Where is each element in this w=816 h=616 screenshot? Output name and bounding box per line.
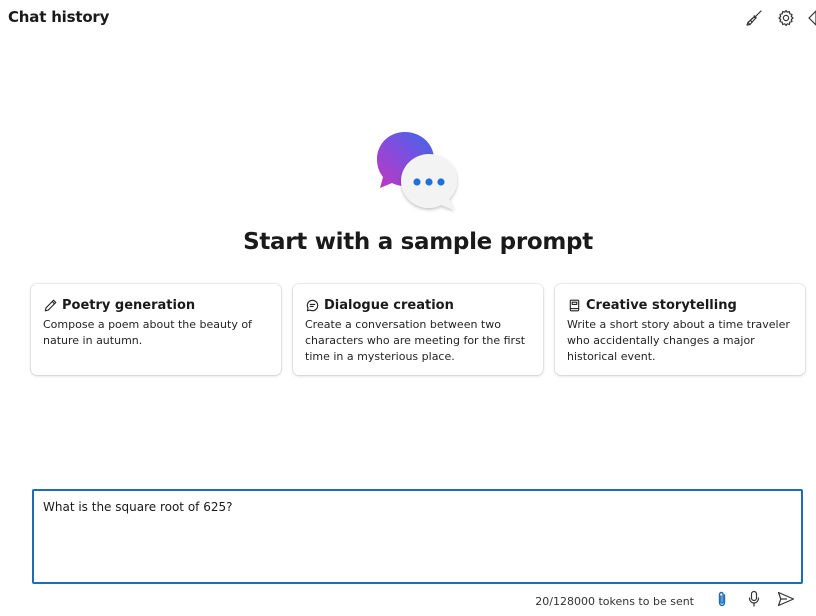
sample-prompt-cards: Poetry generation Compose a poem about t…	[31, 284, 805, 375]
chat-bubbles-illustration	[374, 128, 464, 214]
message-input[interactable]: What is the square root of 625?	[34, 491, 801, 582]
book-icon	[567, 298, 581, 312]
send-button[interactable]	[774, 590, 798, 612]
chat-bubble-icon	[305, 298, 319, 312]
card-description: Create a conversation between two charac…	[305, 318, 526, 363]
card-title: Poetry generation	[62, 297, 196, 313]
message-input-container: What is the square root of 625?	[32, 489, 803, 584]
collapse-panel-icon	[806, 9, 816, 27]
card-title: Dialogue creation	[324, 297, 454, 313]
token-counter: 20/128000 tokens to be sent	[535, 594, 694, 608]
card-description: Compose a poem about the beauty of natur…	[43, 318, 252, 347]
settings-button[interactable]	[774, 6, 798, 30]
sample-prompt-card-dialogue[interactable]: Dialogue creation Create a conversation …	[293, 284, 543, 375]
clear-chat-button[interactable]	[742, 6, 766, 30]
gear-icon	[777, 9, 795, 27]
microphone-icon	[747, 590, 761, 612]
header-toolbar	[734, 6, 816, 30]
send-icon	[777, 591, 795, 611]
sample-prompt-card-poetry[interactable]: Poetry generation Compose a poem about t…	[31, 284, 281, 375]
attach-button[interactable]	[710, 590, 734, 612]
collapse-panel-button[interactable]	[806, 6, 816, 30]
page-title: Chat history	[8, 8, 110, 26]
pencil-icon	[43, 298, 57, 312]
broom-icon	[745, 9, 763, 27]
chat-panel: Chat history Start with a sample prompt …	[0, 0, 816, 616]
paperclip-icon	[715, 590, 729, 612]
card-description: Write a short story about a time travele…	[567, 318, 790, 363]
input-footer: 20/128000 tokens to be sent	[535, 590, 798, 612]
sample-prompt-heading: Start with a sample prompt	[243, 229, 593, 255]
card-title: Creative storytelling	[586, 297, 737, 313]
sample-prompt-card-storytelling[interactable]: Creative storytelling Write a short stor…	[555, 284, 805, 375]
voice-input-button[interactable]	[742, 590, 766, 612]
